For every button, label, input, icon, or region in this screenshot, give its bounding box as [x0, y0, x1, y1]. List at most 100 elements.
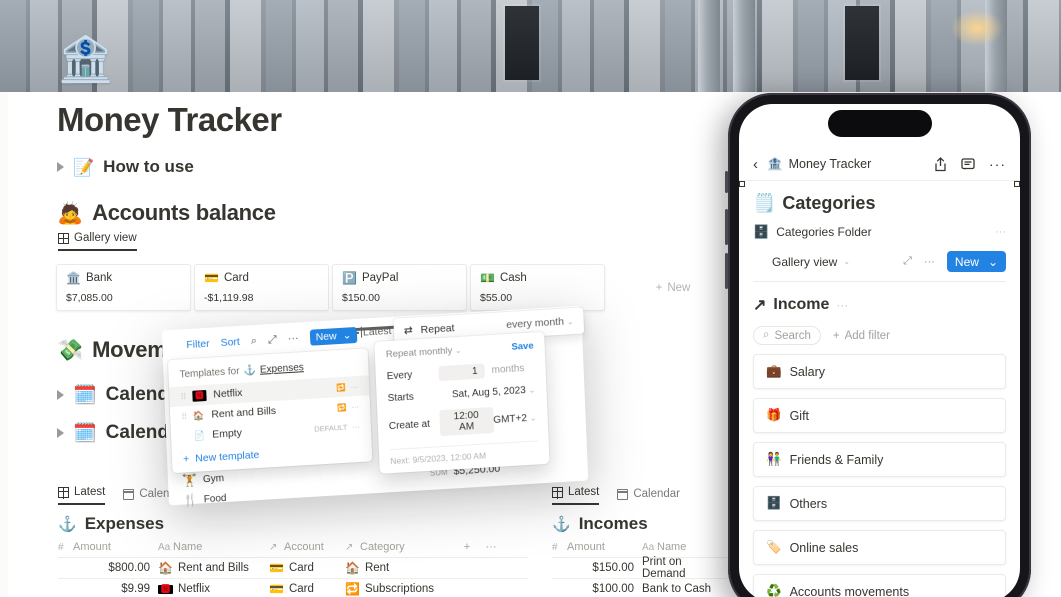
filter-button[interactable]: Filter	[186, 338, 210, 351]
phone-volume-down-button[interactable]	[725, 253, 728, 289]
comment-icon[interactable]	[961, 157, 975, 171]
relation-type-icon: ↗	[269, 541, 278, 553]
phone-mute-button[interactable]	[725, 171, 728, 193]
more-icon[interactable]: ···	[989, 156, 1006, 172]
tab-gallery-view[interactable]: Gallery view	[58, 232, 137, 251]
column-name[interactable]: Aa Name	[642, 541, 727, 553]
account-card[interactable]: 💵 Cash $55.00	[470, 264, 605, 311]
phone-view-actions: ⤢ ··· New ⌄	[903, 251, 1006, 272]
chevron-down-icon[interactable]: ⌄	[843, 257, 850, 266]
phone-section-income: ↗ Income ···	[753, 295, 1006, 315]
repeat-label: Repeat	[420, 322, 455, 337]
expenses-more-button[interactable]: ···	[479, 541, 503, 553]
template-row-actions[interactable]: 🔁 ···	[336, 381, 358, 391]
column-category[interactable]: ↗ Category	[345, 541, 455, 553]
drag-handle-icon[interactable]: ⠿	[180, 392, 185, 401]
phone-view-label[interactable]: Gallery view	[772, 255, 837, 269]
list-item[interactable]: 🗄️ Others	[753, 486, 1006, 521]
table-icon	[356, 327, 406, 334]
search-icon[interactable]: ⌕	[251, 334, 258, 347]
table-row[interactable]: $150.00 Print on Demand	[552, 556, 727, 580]
back-chevron-icon[interactable]: ‹	[753, 156, 758, 173]
add-filter-button[interactable]: + Add filter	[833, 330, 890, 342]
sidebar-strip	[0, 92, 8, 597]
new-button-label: New	[315, 330, 337, 344]
chevron-down-icon[interactable]: ⌄	[567, 317, 574, 326]
tab-label: Latest	[74, 486, 106, 498]
folder-icon: 🗄️	[753, 224, 770, 239]
page-cover-banner	[0, 0, 1061, 92]
list-item[interactable]: 💼 Salary	[753, 354, 1006, 389]
account-amount: $55.00	[480, 292, 513, 304]
search-icon: ⌕	[763, 329, 770, 341]
more-icon[interactable]: ···	[350, 381, 358, 390]
chevron-down-icon[interactable]: ⌄	[455, 346, 462, 355]
table-row[interactable]: $9.99 🅽 Netflix 💳 Card 🔁 Subscriptions	[58, 579, 528, 597]
repeat-mode-select[interactable]: Repeat monthly ⌄	[386, 345, 462, 360]
every-input[interactable]: 1	[438, 363, 485, 382]
chevron-down-icon[interactable]: ⌄	[530, 413, 537, 422]
incomes-title: Incomes	[578, 514, 648, 533]
repeat-icon[interactable]: 🔁	[336, 382, 346, 392]
column-name[interactable]: Aa Name	[158, 541, 269, 553]
table-row[interactable]: $800.00 🏠 Rent and Bills 💳 Card 🏠 Rent	[58, 558, 528, 579]
starts-date-value: Sat, Aug 5, 2023	[451, 385, 527, 401]
more-icon[interactable]: ···	[836, 298, 848, 312]
list-item[interactable]: 🎁 Gift	[753, 398, 1006, 433]
new-button[interactable]: New ⌄	[309, 326, 358, 346]
chevron-right-icon[interactable]	[57, 162, 64, 172]
more-icon[interactable]: ···	[352, 421, 360, 430]
add-account-card-button[interactable]: + New	[608, 264, 738, 311]
sort-button[interactable]: Sort	[220, 336, 240, 349]
phone-new-button[interactable]: New ⌄	[946, 251, 1006, 272]
tab-expenses-latest[interactable]: Latest	[58, 486, 106, 505]
column-amount[interactable]: # Amount	[58, 541, 158, 553]
tab-label: Latest	[568, 486, 600, 498]
phone-volume-up-button[interactable]	[725, 209, 728, 245]
search-input[interactable]: ⌕ Search	[753, 326, 821, 345]
create-at-time-input[interactable]: 12:00 AM	[438, 407, 494, 437]
cell-amount: $150.00	[592, 562, 634, 574]
phone-nav-title[interactable]: 🏦 Money Tracker	[767, 157, 871, 172]
template-row-actions[interactable]: 🔁 ···	[337, 401, 359, 411]
starts-date-select[interactable]: Sat, Aug 5, 2023 ⌄	[452, 384, 536, 400]
account-card[interactable]: 💳 Card -$1,119.98	[194, 264, 329, 311]
template-row-actions[interactable]: DEFAULT ···	[314, 421, 360, 433]
account-card[interactable]: 🏛️ Bank $7,085.00	[56, 264, 191, 311]
column-label: Amount	[73, 541, 111, 553]
expand-icon[interactable]: ⤢	[903, 255, 912, 268]
card-icon: 💳	[204, 271, 219, 285]
timezone-select[interactable]: GMT+2 ⌄	[493, 412, 537, 426]
page-icon[interactable]: 🏦	[58, 38, 113, 82]
list-item[interactable]: ♻️ Accounts movements	[753, 574, 1006, 597]
phone-folder-row[interactable]: 🗄️ Categories Folder ···	[753, 224, 1006, 240]
drag-handle-icon[interactable]: ⠿	[181, 412, 186, 421]
expand-icon[interactable]: ⤢	[268, 333, 277, 347]
column-amount[interactable]: # Amount	[552, 541, 642, 553]
column-account[interactable]: ↗ Account	[269, 541, 345, 553]
add-column-button[interactable]: +	[455, 541, 479, 553]
food-icon: 🍴	[182, 492, 199, 508]
share-icon[interactable]	[934, 156, 947, 172]
table-row[interactable]: $100.00 Bank to Cash	[552, 579, 727, 597]
save-button[interactable]: Save	[511, 340, 534, 352]
banner-column	[698, 0, 720, 92]
list-item[interactable]: 👫 Friends & Family	[753, 442, 1006, 477]
tab-incomes-calendar[interactable]: Calendar	[617, 488, 680, 505]
chevron-down-icon[interactable]: ⌄	[342, 329, 351, 342]
more-icon[interactable]: ···	[351, 401, 359, 410]
repeat-icon[interactable]: 🔁	[337, 402, 347, 412]
more-icon[interactable]: ···	[995, 226, 1006, 238]
chevron-down-icon[interactable]: ⌄	[529, 385, 536, 394]
repeat-value[interactable]: every month ⌄	[506, 315, 574, 331]
cell-account: 💳 Card	[269, 583, 345, 595]
chevron-down-icon[interactable]: ⌄	[988, 255, 998, 269]
toggle-how-to-use[interactable]: 📝 How to use	[57, 157, 194, 177]
chevron-right-icon[interactable]	[57, 390, 64, 400]
more-icon[interactable]: ···	[924, 256, 935, 268]
more-icon[interactable]: ···	[287, 332, 298, 345]
account-card[interactable]: 🅿️ PayPal $150.00	[332, 264, 467, 311]
list-item[interactable]: 🏷️ Online sales	[753, 530, 1006, 565]
chevron-right-icon[interactable]	[57, 428, 64, 438]
tab-incomes-latest[interactable]: Latest	[552, 486, 600, 505]
